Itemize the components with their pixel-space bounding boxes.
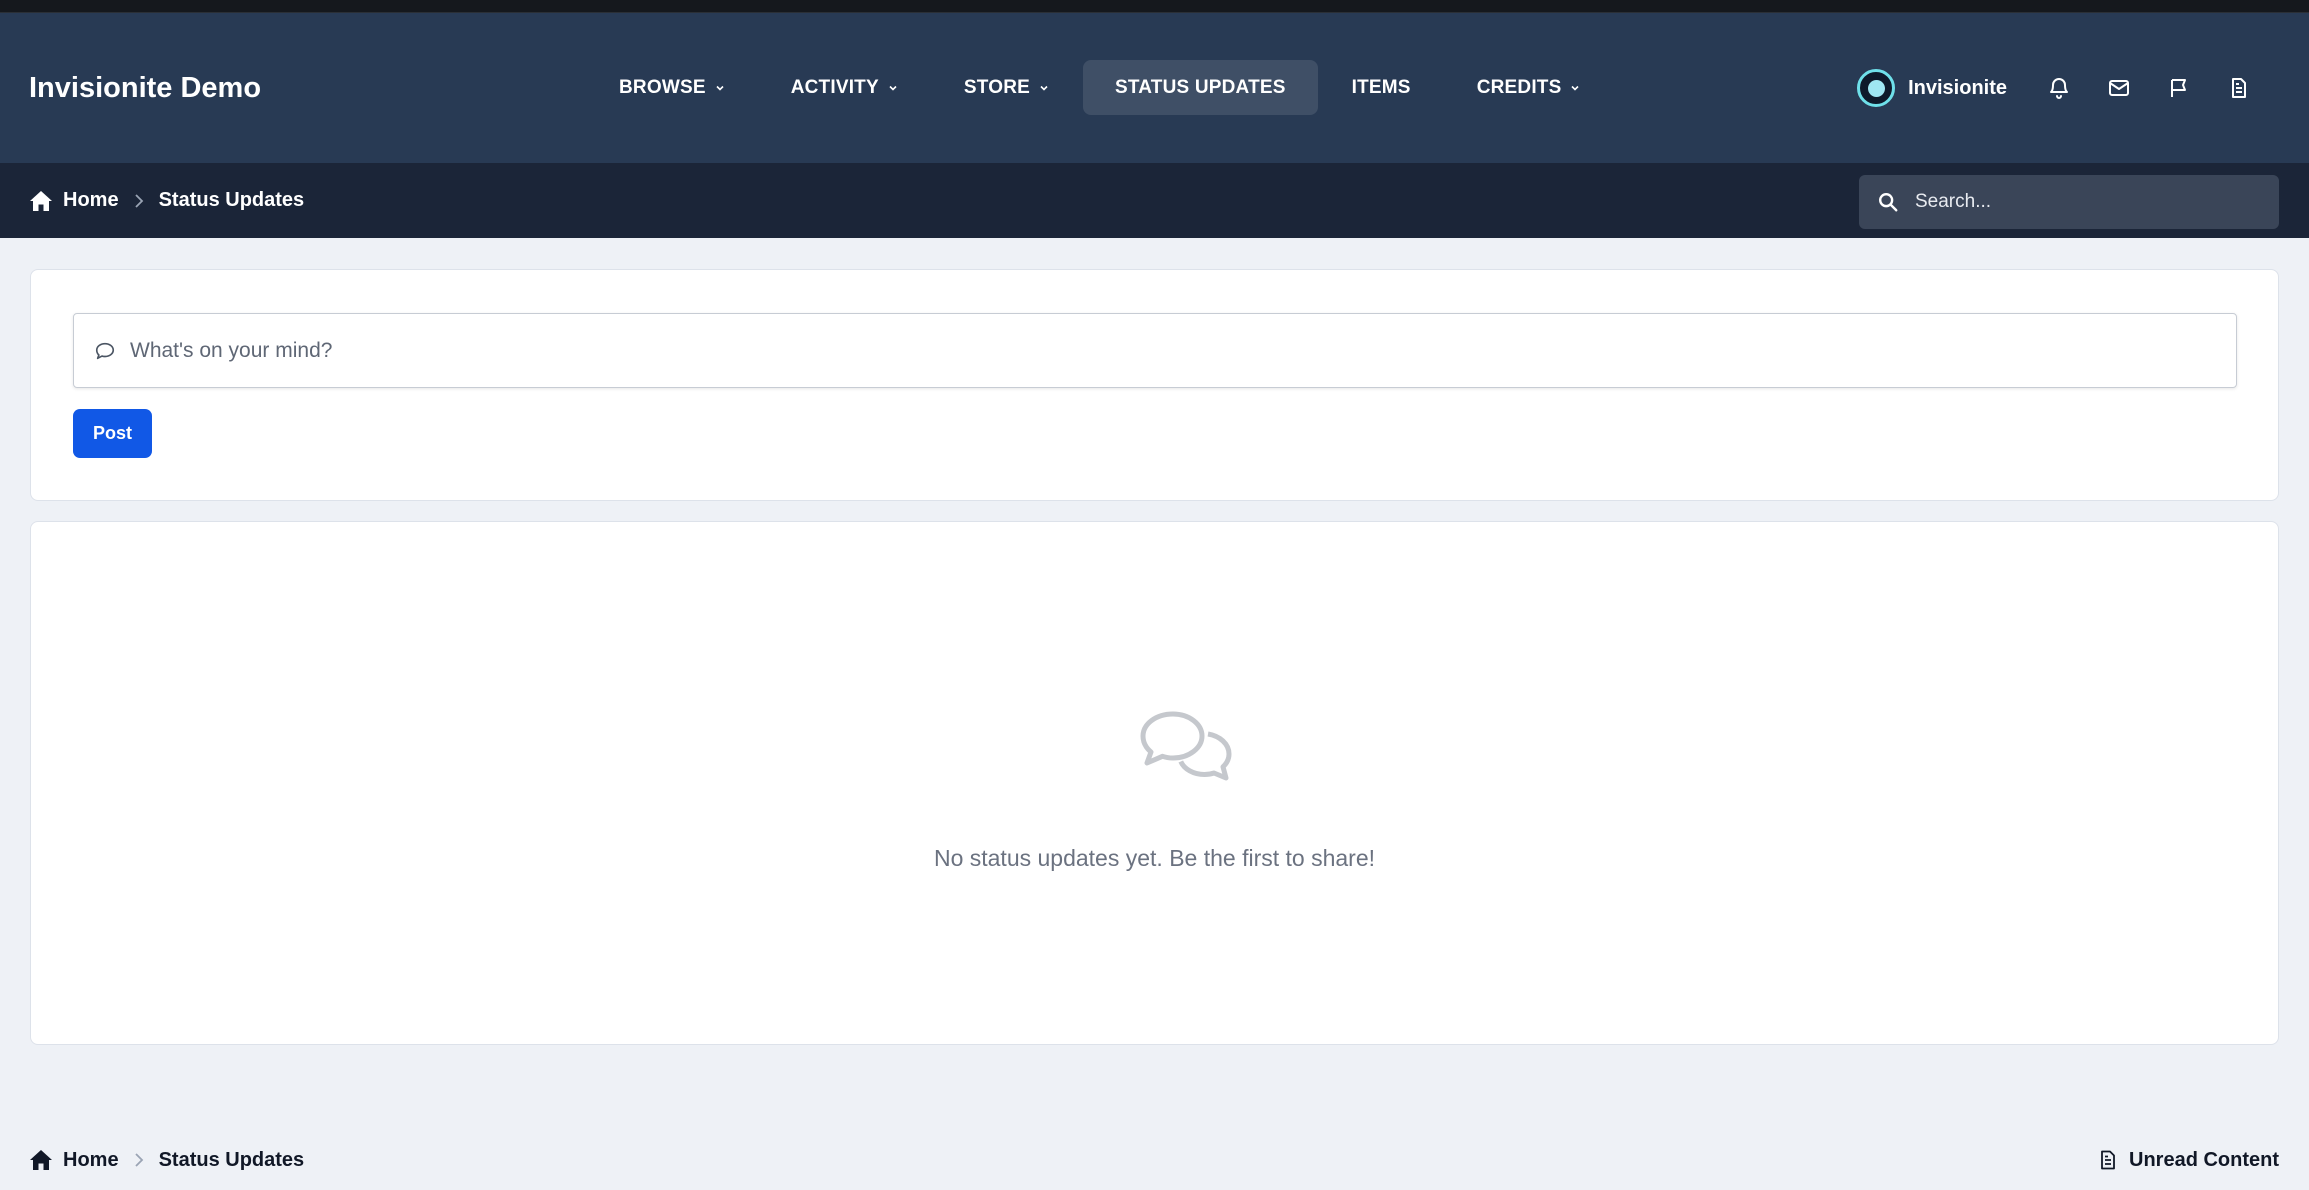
nav-browse[interactable]: BROWSE — [587, 60, 757, 115]
status-compose-field[interactable] — [73, 313, 2237, 388]
top-strip — [0, 0, 2309, 13]
footer-breadcrumb: Home Status Updates — [29, 1140, 304, 1180]
status-input[interactable] — [130, 338, 2180, 363]
chevron-right-icon — [134, 193, 144, 209]
flag-icon — [2171, 79, 2186, 97]
comments-icon — [1140, 711, 1232, 781]
footer-breadcrumb-home-label: Home — [63, 1148, 119, 1171]
search-box — [1859, 175, 2279, 229]
chevron-down-icon — [716, 85, 724, 91]
document-icon — [2101, 1150, 2115, 1170]
breadcrumb-home[interactable]: Home — [29, 189, 119, 212]
nav-credits[interactable]: CREDITS — [1445, 60, 1613, 115]
document-button[interactable] — [2209, 63, 2269, 113]
search-icon — [1879, 193, 1898, 212]
compose-card: Post — [30, 269, 2279, 501]
nav-activity-label: ACTIVITY — [790, 76, 879, 98]
nav-items-label: ITEMS — [1351, 76, 1411, 98]
site-title[interactable]: Invisionite Demo — [29, 13, 261, 163]
nav-store[interactable]: STORE — [932, 60, 1081, 115]
nav-browse-label: BROWSE — [619, 76, 706, 98]
avatar[interactable] — [1857, 69, 1896, 107]
unread-content-label: Unread Content — [2129, 1148, 2279, 1171]
messages-button[interactable] — [2089, 63, 2149, 113]
user-area: Invisionite — [1857, 13, 2309, 163]
nav-items[interactable]: ITEMS — [1320, 60, 1443, 115]
bell-icon — [2050, 78, 2068, 99]
reports-button[interactable] — [2149, 63, 2209, 113]
footer-breadcrumb-current[interactable]: Status Updates — [159, 1149, 305, 1172]
chevron-down-icon — [1571, 85, 1580, 91]
nav-status-updates-label: STATUS UPDATES — [1114, 76, 1286, 98]
unread-content-link[interactable]: Unread Content — [2099, 1140, 2279, 1180]
breadcrumb-current[interactable]: Status Updates — [159, 189, 305, 212]
breadcrumb-bar: Home Status Updates — [0, 163, 2309, 238]
status-feed-card: No status updates yet. Be the first to s… — [30, 521, 2279, 1045]
nav-status-updates[interactable]: STATUS UPDATES — [1082, 60, 1318, 115]
breadcrumb-home-label: Home — [63, 189, 119, 211]
nav-activity[interactable]: ACTIVITY — [759, 60, 930, 115]
comment-icon — [95, 342, 115, 359]
breadcrumb: Home Status Updates — [29, 163, 304, 238]
empty-state-message: No status updates yet. Be the first to s… — [933, 845, 1376, 871]
home-icon — [30, 190, 52, 211]
chevron-right-icon — [134, 1152, 144, 1168]
site-header: Invisionite Demo BROWSE ACTIVITY STORE S… — [0, 13, 2309, 163]
notifications-button[interactable] — [2029, 63, 2089, 113]
search-input[interactable] — [1915, 191, 2255, 213]
nav-store-label: STORE — [963, 76, 1030, 98]
document-icon — [2232, 78, 2246, 98]
chevron-down-icon — [1040, 85, 1048, 91]
chevron-down-icon — [889, 85, 897, 91]
user-name[interactable]: Invisionite — [1908, 77, 2007, 100]
envelope-icon — [2109, 80, 2129, 96]
post-button[interactable]: Post — [73, 409, 152, 458]
footer-breadcrumb-home[interactable]: Home — [29, 1149, 119, 1172]
main-nav: BROWSE ACTIVITY STORE STATUS UPDATES ITE… — [587, 60, 1614, 115]
nav-credits-label: CREDITS — [1476, 76, 1562, 98]
home-icon — [30, 1150, 52, 1170]
